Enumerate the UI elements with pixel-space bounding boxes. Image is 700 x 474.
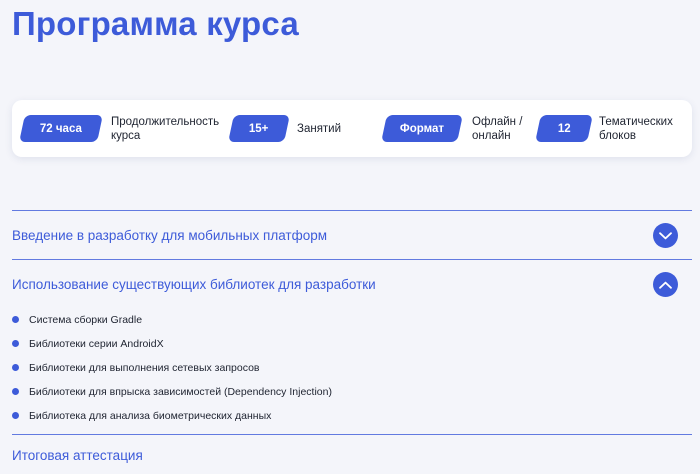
list-item: Библиотека для анализа биометрических да…: [12, 404, 692, 428]
stat-duration-badge: 72 часа: [19, 115, 103, 142]
list-item-text: Библиотеки серии AndroidX: [29, 338, 164, 350]
bullet-icon: [12, 316, 19, 323]
list-item-text: Библиотеки для впрыска зависимостей (Dep…: [29, 386, 332, 398]
list-item-text: Библиотека для анализа биометрических да…: [29, 410, 272, 422]
bullet-icon: [12, 412, 19, 419]
list-item: Библиотеки серии AndroidX: [12, 332, 692, 356]
chevron-down-icon[interactable]: [653, 223, 678, 248]
stat-format-badge: Формат: [381, 115, 463, 142]
stat-format-label: Офлайн / онлайн: [472, 116, 523, 142]
section-libraries-list: Система сборки Gradle Библиотеки серии A…: [12, 308, 692, 434]
course-stats-card: 72 часа Продолжительность курса 15+ Заня…: [12, 100, 692, 157]
course-program-accordion: Введение в разработку для мобильных плат…: [12, 210, 692, 474]
chevron-up-icon[interactable]: [653, 272, 678, 297]
page: Программа курса 72 часа Продолжительност…: [0, 0, 700, 474]
page-title: Программа курса: [12, 5, 299, 42]
section-final-title: Итоговая аттестация: [12, 447, 143, 463]
stat-blocks-label: Тематических блоков: [599, 116, 673, 142]
bullet-icon: [12, 340, 19, 347]
section-final-header[interactable]: Итоговая аттестация: [12, 435, 692, 474]
stat-lessons-label: Занятий: [297, 123, 342, 135]
stat-blocks-badge: 12: [535, 115, 593, 142]
section-libraries-header[interactable]: Использование существующих библиотек для…: [12, 260, 692, 308]
stat-lessons-badge: 15+: [228, 115, 290, 142]
list-item: Система сборки Gradle: [12, 308, 692, 332]
section-intro-header[interactable]: Введение в разработку для мобильных плат…: [12, 211, 692, 259]
section-libraries-title: Использование существующих библиотек для…: [12, 276, 376, 292]
list-item-text: Библиотеки для выполнения сетевых запрос…: [29, 362, 260, 374]
list-item: Библиотеки для впрыска зависимостей (Dep…: [12, 380, 692, 404]
section-intro-title: Введение в разработку для мобильных плат…: [12, 227, 327, 243]
stat-duration-label: Продолжительность курса: [111, 116, 220, 142]
list-item: Библиотеки для выполнения сетевых запрос…: [12, 356, 692, 380]
bullet-icon: [12, 364, 19, 371]
list-item-text: Система сборки Gradle: [29, 314, 143, 326]
bullet-icon: [12, 388, 19, 395]
